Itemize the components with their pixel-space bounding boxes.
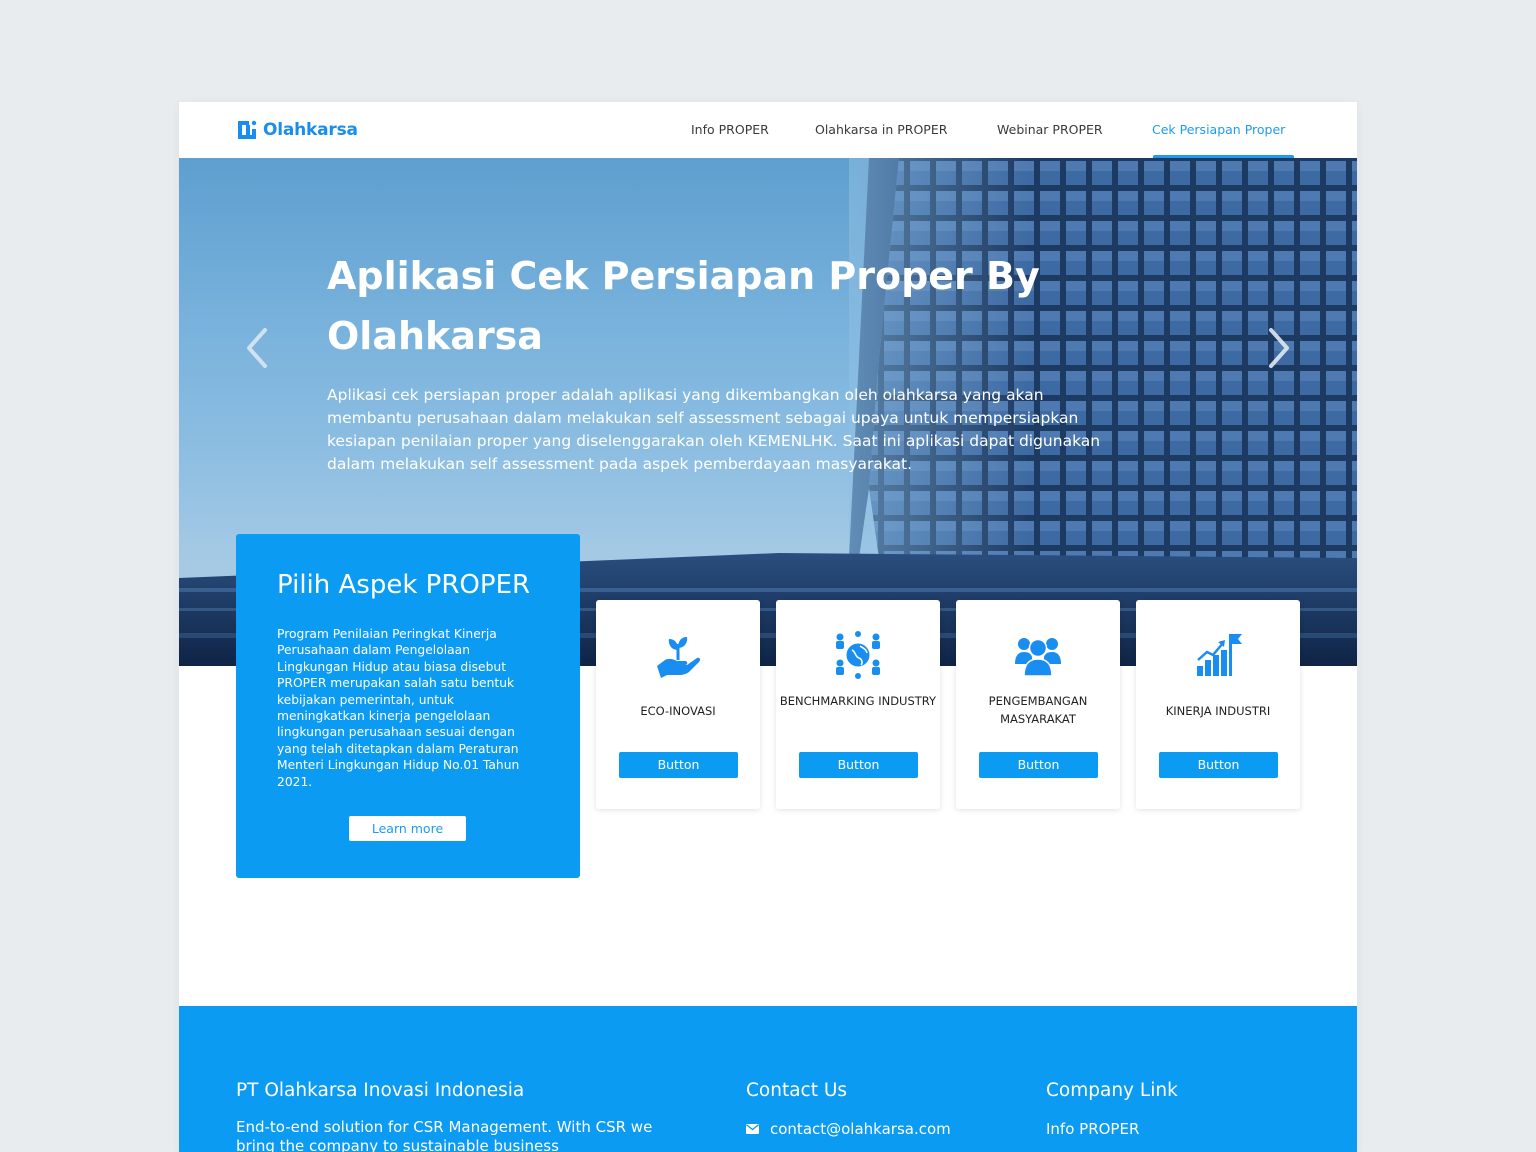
footer-link-info-proper[interactable]: Info PROPER — [1046, 1120, 1139, 1138]
aspect-label-pengembangan-masyarakat: PENGEMBANGAN MASYARAKAT — [988, 694, 1088, 726]
aspect-card-pengembangan-masyarakat: PENGEMBANGAN MASYARAKAT Button — [956, 600, 1120, 809]
nav-links: Info PROPER Olahkarsa in PROPER Webinar … — [179, 102, 1357, 158]
pilih-aspek-title: Pilih Aspek PROPER — [277, 570, 531, 600]
nav-link-info-proper[interactable]: Info PROPER — [691, 122, 769, 137]
aspect-card-kinerja-industri: KINERJA INDUSTRI Button — [1136, 600, 1300, 809]
pilih-aspek-description: Program Penilaian Peringkat Kinerja Peru… — [277, 627, 520, 789]
nav-link-olahkarsa-in-proper[interactable]: Olahkarsa in PROPER — [815, 122, 947, 137]
footer: PT Olahkarsa Inovasi Indonesia End-to-en… — [179, 1006, 1357, 1152]
chevron-left-icon[interactable] — [239, 326, 279, 370]
footer-links-heading: Company Link — [1046, 1080, 1178, 1101]
aspect-label-benchmarking-industry: BENCHMARKING INDUSTRY — [779, 694, 937, 708]
hero-title: Aplikasi Cek Persiapan Proper By Olahkar… — [327, 254, 1040, 358]
nav-link-cek-persiapan-proper[interactable]: Cek Persiapan Proper — [1152, 122, 1285, 137]
aspect-button-benchmarking-industry[interactable]: Button — [799, 752, 918, 778]
nav-link-webinar-proper[interactable]: Webinar PROPER — [997, 122, 1103, 137]
browser-page: Olahkarsa Info PROPER Olahkarsa in PROPE… — [179, 102, 1357, 1152]
footer-email-link[interactable]: contact@olahkarsa.com — [746, 1120, 951, 1138]
mail-icon — [746, 1124, 759, 1134]
hero-description: Aplikasi cek persiapan proper adalah apl… — [327, 386, 1101, 473]
aspect-label-eco-inovasi: ECO-INOVASI — [640, 704, 716, 718]
footer-contact-heading: Contact Us — [746, 1080, 848, 1101]
aspect-card-benchmarking-industry: BENCHMARKING INDUSTRY Button — [776, 600, 940, 809]
aspect-button-kinerja-industri[interactable]: Button — [1159, 752, 1278, 778]
pilih-aspek-panel: Pilih Aspek PROPER Program Penilaian Per… — [236, 534, 580, 878]
top-navigation: Olahkarsa Info PROPER Olahkarsa in PROPE… — [179, 102, 1357, 158]
growth-chart-icon — [1197, 634, 1242, 676]
chevron-right-icon[interactable] — [1257, 326, 1297, 370]
global-network-icon — [836, 631, 880, 679]
hand-plant-icon — [657, 637, 701, 678]
aspect-label-kinerja-industri: KINERJA INDUSTRI — [1165, 704, 1271, 718]
footer-tagline: End-to-end solution for CSR Management. … — [236, 1118, 653, 1152]
aspect-button-eco-inovasi[interactable]: Button — [619, 752, 738, 778]
learn-more-button[interactable]: Learn more — [349, 816, 466, 841]
aspect-card-eco-inovasi: ECO-INOVASI Button — [596, 600, 760, 809]
footer-company-name: PT Olahkarsa Inovasi Indonesia — [236, 1080, 525, 1101]
footer-email: contact@olahkarsa.com — [770, 1120, 951, 1138]
people-group-icon — [1015, 638, 1061, 677]
aspect-button-pengembangan-masyarakat[interactable]: Button — [979, 752, 1098, 778]
